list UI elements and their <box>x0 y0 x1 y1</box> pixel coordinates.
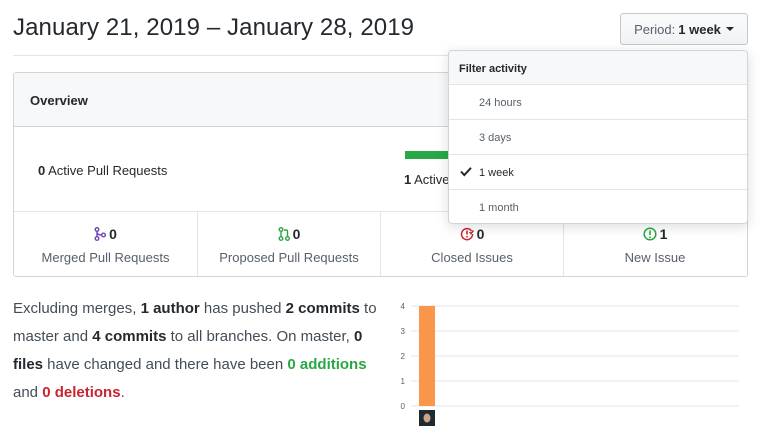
period-dropdown-menu: Filter activity 24 hours 3 days 1 week 1… <box>448 50 748 224</box>
author-count-link[interactable]: 1 author <box>141 300 200 317</box>
option-label: 1 week <box>479 167 514 179</box>
y-tick-label: 2 <box>401 352 406 361</box>
master-commits-count: 2 commits <box>285 300 360 317</box>
dropdown-heading: Filter activity <box>459 63 527 75</box>
option-label: 3 days <box>479 132 512 144</box>
commit-bar <box>419 306 435 406</box>
period-option-1-month[interactable]: 1 month <box>449 190 747 225</box>
new-issue-count: 1 <box>659 226 668 242</box>
additions-count: 0 additions <box>287 356 367 373</box>
summary-text: and <box>13 384 43 401</box>
author-avatar[interactable] <box>419 410 435 426</box>
closed-issues-count: 0 <box>476 226 485 242</box>
active-issues-count: 1 <box>404 172 412 187</box>
git-pull-request-icon <box>278 227 290 241</box>
period-option-24-hours[interactable]: 24 hours <box>449 85 747 120</box>
overview-heading: Overview <box>30 93 88 108</box>
period-value: 1 week <box>678 21 721 37</box>
caret-down-icon <box>725 27 734 31</box>
summary-text: has pushed <box>199 300 286 317</box>
active-prs-count: 0 <box>38 163 46 178</box>
y-tick-label: 4 <box>401 302 406 311</box>
period-select-button[interactable]: Period: 1 week <box>620 13 748 45</box>
summary-text: Excluding merges, <box>13 300 141 317</box>
commit-bar-chart: 0 1 2 3 4 <box>401 302 739 426</box>
new-issue-label: New Issue <box>624 250 686 265</box>
option-label: 1 month <box>479 202 519 214</box>
y-tick-label: 1 <box>401 377 406 386</box>
summary-text: . <box>120 384 125 401</box>
period-option-1-week[interactable]: 1 week <box>449 155 747 190</box>
active-issues-bar <box>405 151 449 159</box>
summary-text: have changed and there have been <box>43 356 288 373</box>
option-label: 24 hours <box>479 97 522 109</box>
proposed-prs-label: Proposed Pull Requests <box>219 250 359 265</box>
active-issues-label: Active <box>414 172 450 187</box>
avatar-face <box>423 413 431 423</box>
issue-opened-icon <box>643 227 657 241</box>
deletions-count: 0 deletions <box>42 384 121 401</box>
proposed-pull-requests-stat[interactable]: 0 Proposed Pull Requests <box>197 212 380 276</box>
git-merge-icon <box>94 227 107 241</box>
period-option-3-days[interactable]: 3 days <box>449 120 747 155</box>
merged-pull-requests-stat[interactable]: 0 Merged Pull Requests <box>14 212 197 276</box>
check-icon <box>460 167 472 177</box>
issue-closed-icon <box>460 227 474 241</box>
page-title: January 21, 2019 – January 28, 2019 <box>13 14 415 41</box>
y-tick-label: 0 <box>401 402 406 411</box>
active-issues[interactable]: 1 Active <box>404 172 450 187</box>
merged-prs-label: Merged Pull Requests <box>41 250 170 265</box>
y-tick-label: 3 <box>401 327 406 336</box>
active-prs-label: Active Pull Requests <box>48 163 168 178</box>
all-commits-count: 4 commits <box>92 328 167 345</box>
commit-summary: Excluding merges, 1 author has pushed 2 … <box>13 295 383 407</box>
proposed-prs-count: 0 <box>292 226 301 242</box>
dropdown-header: Filter activity <box>449 51 747 85</box>
active-pull-requests[interactable]: 0 Active Pull Requests <box>38 163 167 178</box>
merged-prs-count: 0 <box>109 226 117 242</box>
closed-issues-label: Closed Issues <box>431 250 513 265</box>
period-label: Period: <box>634 21 676 37</box>
summary-text: to all branches. On master, <box>166 328 355 345</box>
